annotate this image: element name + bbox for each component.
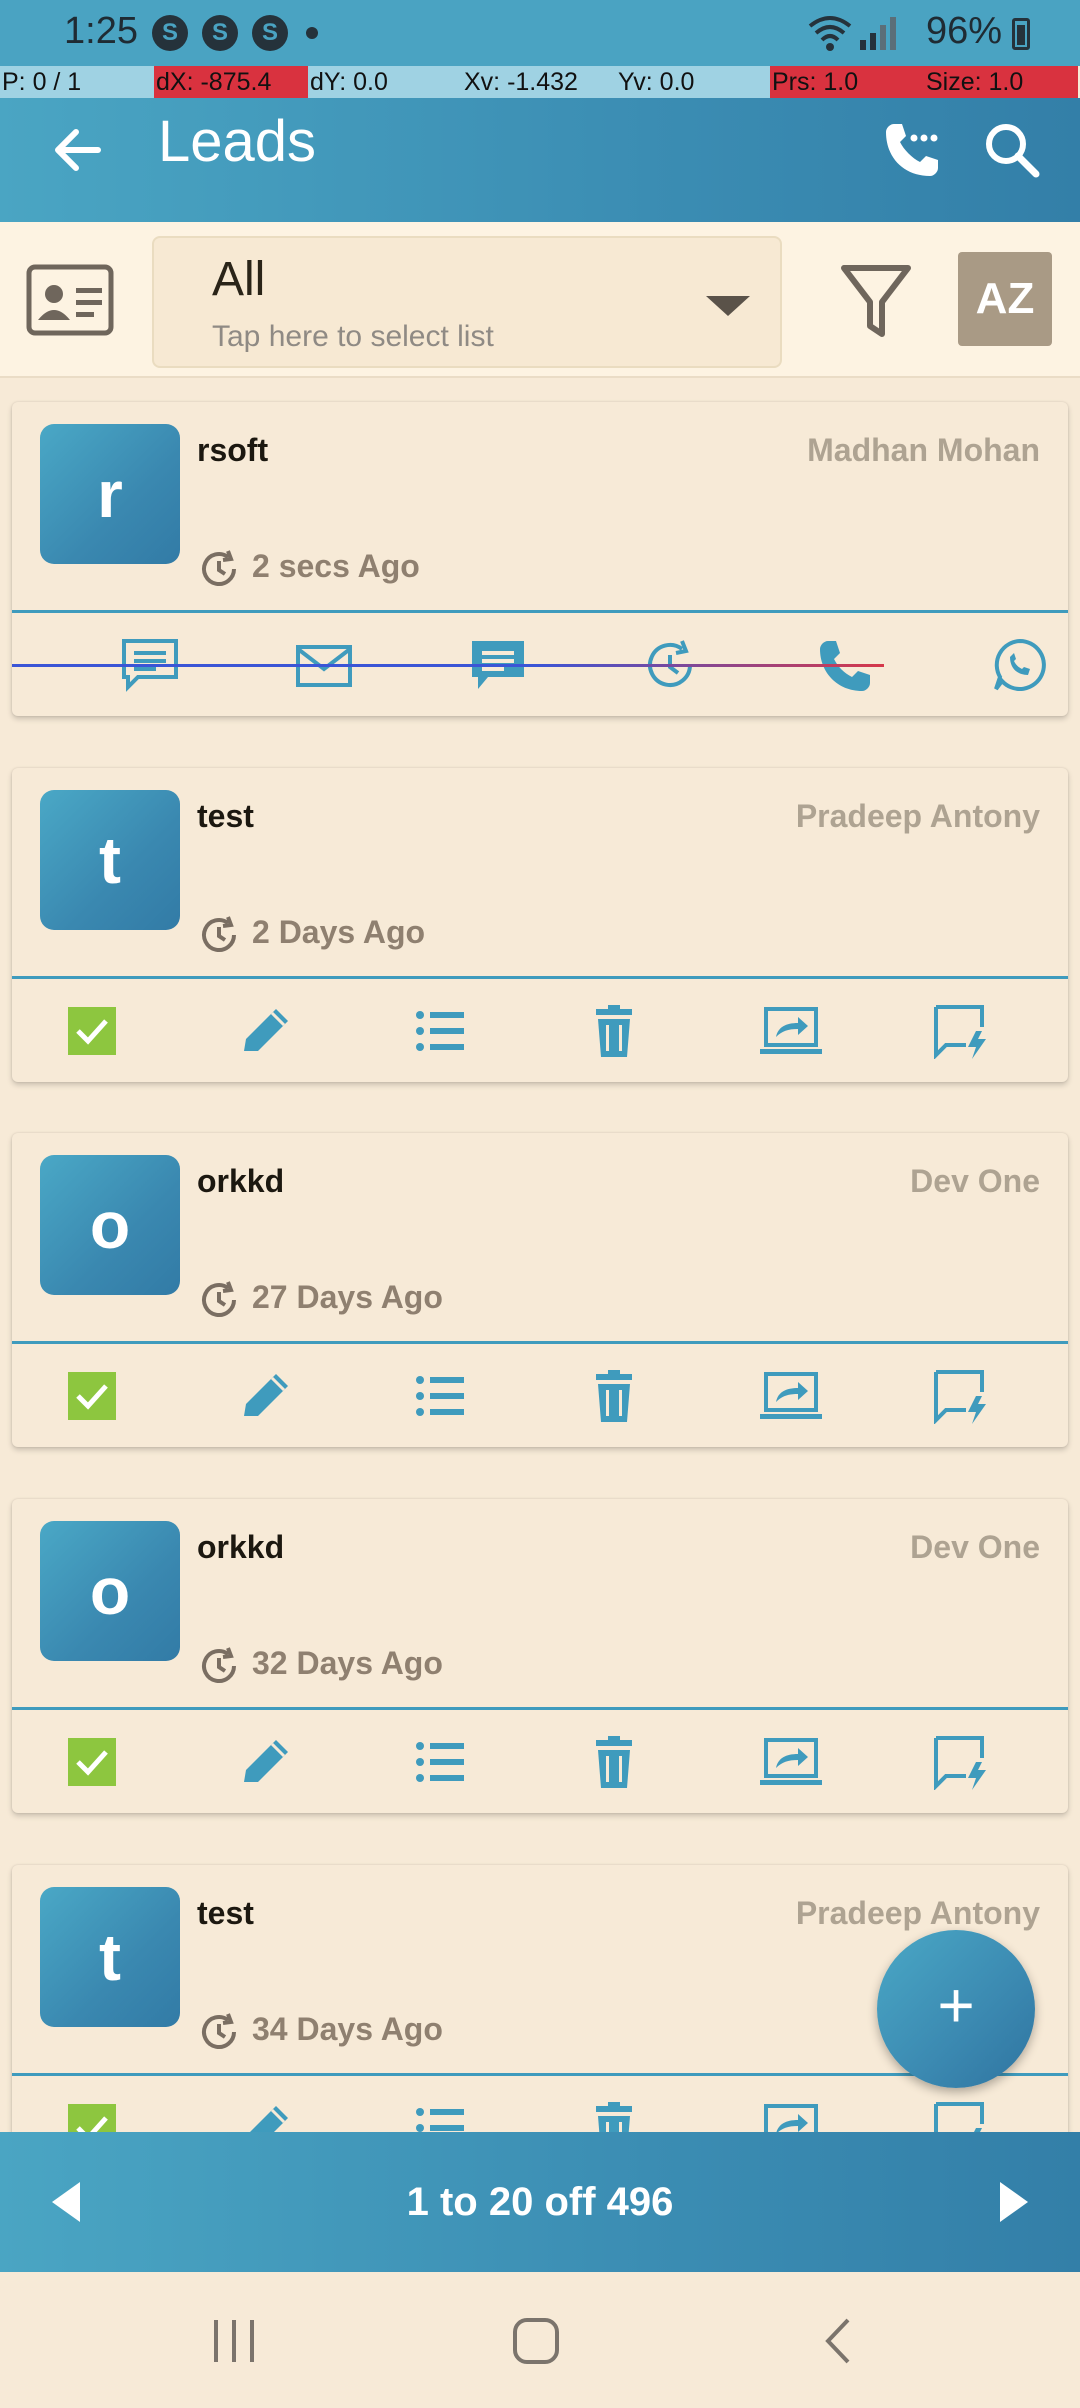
lead-avatar: t xyxy=(40,1887,180,2027)
lead-last-activity: 32 Days Ago xyxy=(252,1645,443,1681)
clock-icon xyxy=(198,914,240,956)
app-bar: Leads xyxy=(0,98,1080,222)
notification-s-icon: S xyxy=(202,15,238,51)
home-icon[interactable] xyxy=(506,2314,566,2368)
lead-owner: Dev One xyxy=(910,1163,1040,1199)
notification-s-icon: S xyxy=(152,15,188,51)
battery-icon xyxy=(1012,18,1030,50)
delete-icon[interactable] xyxy=(584,1368,644,1424)
clock-icon xyxy=(198,2011,240,2053)
debug-cell: Size: 1.0 xyxy=(924,66,1078,98)
lead-name: orkkd xyxy=(197,1163,285,1199)
lead-name: rsoft xyxy=(197,432,269,468)
lead-avatar: o xyxy=(40,1155,180,1295)
filter-funnel-icon[interactable] xyxy=(840,262,912,342)
page-title: Leads xyxy=(158,109,317,174)
swipe-gesture-trace xyxy=(12,664,884,667)
lead-avatar: o xyxy=(40,1521,180,1661)
card-action-bar xyxy=(12,1344,1068,1447)
lead-last-activity: 2 Days Ago xyxy=(252,914,426,950)
pagination-label: 1 to 20 off 496 xyxy=(406,2180,674,2224)
add-lead-button[interactable]: + xyxy=(877,1930,1035,2088)
sort-az-button[interactable]: AZ xyxy=(958,252,1052,346)
checkbox-icon[interactable] xyxy=(62,1003,122,1059)
card-action-bar xyxy=(12,1710,1068,1813)
checkbox-icon[interactable] xyxy=(62,1368,122,1424)
lead-owner: Madhan Mohan xyxy=(807,432,1040,468)
search-icon[interactable] xyxy=(980,118,1044,182)
wifi-icon xyxy=(808,16,852,51)
list-icon[interactable] xyxy=(410,1368,470,1424)
lead-last-activity: 27 Days Ago xyxy=(252,1279,443,1315)
recent-apps-icon[interactable] xyxy=(204,2314,264,2368)
status-bar: 1:25 S S S 96% xyxy=(0,0,1080,66)
lead-avatar: r xyxy=(40,424,180,564)
quick-message-icon[interactable] xyxy=(932,1003,992,1060)
list-selector-hint: Tap here to select list xyxy=(212,320,494,353)
quick-message-icon[interactable] xyxy=(932,1368,992,1425)
lead-card[interactable]: r rsoft Madhan Mohan 2 secs Ago xyxy=(12,402,1068,716)
list-icon[interactable] xyxy=(410,1734,470,1790)
share-screen-icon[interactable] xyxy=(758,1003,824,1059)
debug-cell: Xv: -1.432 xyxy=(462,66,616,98)
card-action-bar xyxy=(12,979,1068,1082)
edit-icon[interactable] xyxy=(236,1368,296,1424)
debug-cell: dX: -875.4 xyxy=(154,66,308,98)
debug-cell: dY: 0.0 xyxy=(308,66,462,98)
signal-icon xyxy=(860,17,896,50)
debug-cell: Yv: 0.0 xyxy=(616,66,770,98)
edit-icon[interactable] xyxy=(236,1734,296,1790)
lead-name: test xyxy=(197,1895,254,1931)
pointer-debug-overlay: P: 0 / 1 dX: -875.4 dY: 0.0 Xv: -1.432 Yv: 0… xyxy=(0,66,1080,98)
lead-owner: Pradeep Antony xyxy=(795,798,1040,834)
lead-last-activity: 34 Days Ago xyxy=(252,2011,443,2047)
quick-message-icon[interactable] xyxy=(932,1734,992,1791)
clock-icon xyxy=(198,1645,240,1687)
selected-list-value: All xyxy=(212,253,266,306)
contact-card-icon[interactable] xyxy=(26,264,114,336)
list-icon[interactable] xyxy=(410,1003,470,1059)
back-arrow-icon[interactable] xyxy=(48,120,108,180)
system-navigation-bar xyxy=(0,2272,1080,2408)
lead-name: orkkd xyxy=(197,1529,285,1565)
status-time: 1:25 xyxy=(64,10,138,52)
debug-cell: P: 0 / 1 xyxy=(0,66,154,98)
lead-owner: Dev One xyxy=(910,1529,1040,1565)
whatsapp-icon[interactable] xyxy=(990,637,1050,693)
list-filter-bar: All Tap here to select list AZ xyxy=(0,222,1080,378)
notification-s-icon: S xyxy=(252,15,288,51)
edit-icon[interactable] xyxy=(236,1003,296,1059)
next-page-icon[interactable] xyxy=(1000,2182,1028,2222)
lead-name: test xyxy=(197,798,254,834)
share-screen-icon[interactable] xyxy=(758,1734,824,1790)
lead-last-activity: 2 secs Ago xyxy=(252,548,420,584)
share-screen-icon[interactable] xyxy=(758,1368,824,1424)
chevron-down-icon xyxy=(706,296,750,316)
battery-level: 96% xyxy=(925,10,1002,52)
clock-icon xyxy=(198,548,240,590)
lead-card[interactable]: t test Pradeep Antony 2 Days Ago xyxy=(12,768,1068,1082)
lead-card[interactable]: o orkkd Dev One 32 Days Ago xyxy=(12,1499,1068,1813)
clock-icon xyxy=(198,1279,240,1321)
delete-icon[interactable] xyxy=(584,1003,644,1059)
call-log-icon[interactable] xyxy=(880,118,944,182)
lead-card[interactable]: o orkkd Dev One 27 Days Ago xyxy=(12,1133,1068,1447)
back-nav-icon[interactable] xyxy=(808,2314,868,2368)
list-selector-dropdown[interactable]: All Tap here to select list xyxy=(152,236,782,368)
lead-avatar: t xyxy=(40,790,180,930)
delete-icon[interactable] xyxy=(584,1734,644,1790)
debug-cell: Prs: 1.0 xyxy=(770,66,924,98)
notification-dot-icon xyxy=(306,27,318,39)
pagination-bar: 1 to 20 off 496 xyxy=(0,2132,1080,2272)
lead-owner: Pradeep Antony xyxy=(795,1895,1040,1931)
checkbox-icon[interactable] xyxy=(62,1734,122,1790)
